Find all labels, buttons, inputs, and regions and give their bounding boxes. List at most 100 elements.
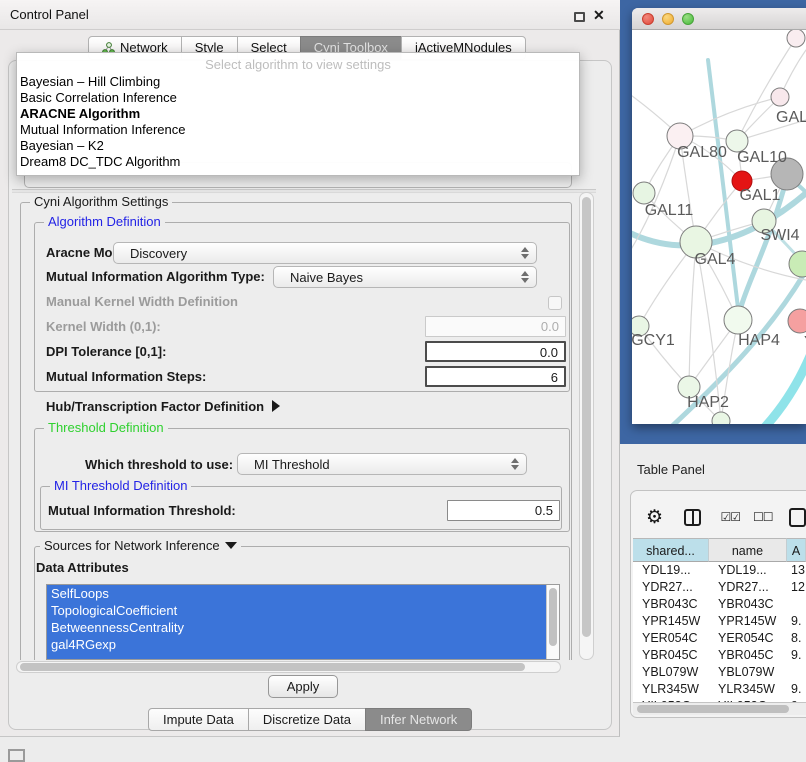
table-row[interactable]: YPR145WYPR145W9. [633,613,806,630]
mi-steps-label: Mutual Information Steps: [46,367,206,387]
minimize-traffic-light[interactable] [662,13,674,25]
algorithm-placeholder: Select algorithm to view settings [17,56,579,74]
table-horizontal-scrollbar[interactable] [633,702,806,715]
network-edge[interactable] [742,356,806,424]
network-node-label: HAP4 [738,332,780,349]
hub-factor-section-toggle[interactable]: Hub/Transcription Factor Definition [46,397,280,417]
algorithm-option[interactable]: Dream8 DC_TDC Algorithm [17,154,579,170]
table-cell: YPR145W [642,613,700,630]
attribute-list-item[interactable]: gal4RGexp [47,636,559,653]
control-panel-title: Control Panel [10,0,89,30]
network-node-label: GAL11 [645,202,694,219]
hub-factor-label: Hub/Transcription Factor Definition [46,399,264,414]
select-all-checkboxes-icon[interactable]: ☑☑ [721,510,741,524]
table-row[interactable]: YBR043CYBR043C [633,596,806,613]
network-node[interactable] [787,30,805,47]
column-header-shared-name[interactable]: shared... [633,538,709,562]
settings-hscroll-thumb[interactable] [20,663,525,671]
kernel-width-field[interactable]: 0.0 [425,316,566,337]
network-node-label: GAL1 [740,187,781,204]
close-icon[interactable]: ✕ [593,6,605,24]
algorithm-option[interactable]: Basic Correlation Inference [17,90,579,106]
table-toolbar: ⚙ ☑☑ ☐☐ [630,498,806,536]
settings-vertical-scrollbar[interactable] [579,192,594,660]
network-node-label: GAL10 [737,149,787,166]
zoom-traffic-light[interactable] [682,13,694,25]
docked-panel-icon[interactable] [8,749,25,762]
algorithm-dropdown-popup: Select algorithm to view settings Bayesi… [16,52,580,176]
attributes-scrollbar-thumb[interactable] [549,588,557,646]
close-traffic-light[interactable] [642,13,654,25]
table-cell: 9. [791,681,801,698]
aracne-mode-value: Discovery [130,246,187,261]
show-columns-icon[interactable] [684,509,700,526]
table-cell: YLR345W [642,681,699,698]
network-node[interactable] [724,306,752,334]
dpi-tolerance-field[interactable]: 0.0 [425,341,566,362]
table-hscroll-thumb[interactable] [637,705,789,713]
which-threshold-value: MI Threshold [254,457,330,472]
attributes-list-scrollbar[interactable] [546,585,559,660]
collapsed-arrow-icon [272,400,280,412]
column-header-name[interactable]: name [709,538,787,562]
network-view-window: GALGAL80GAL10GAL1GAL11GAL4SWI4GCY1HAP4YH… [632,8,806,424]
table-cell: 8. [791,630,801,647]
which-threshold-combobox[interactable]: MI Threshold [237,453,527,475]
settings-vscroll-thumb[interactable] [582,197,591,637]
table-panel-title: Table Panel [637,458,705,482]
algorithm-option[interactable]: Bayesian – K2 [17,138,579,154]
table-cell: YBL079W [642,664,698,681]
gear-icon[interactable]: ⚙ [646,508,663,527]
sources-legend[interactable]: Sources for Network Inference [40,539,241,553]
tab-discretize-data[interactable]: Discretize Data [248,708,366,731]
expanded-arrow-icon [225,542,237,549]
combo-arrows-icon [521,247,529,259]
network-node[interactable] [771,88,789,106]
mi-algorithm-type-combobox[interactable]: Naive Bayes [273,266,537,288]
which-threshold-label: Which threshold to use: [85,455,233,475]
table-function-icon[interactable] [789,508,806,527]
manual-kernel-width-checkbox[interactable] [548,296,562,310]
table-row[interactable]: YDL19...YDL19...13 [633,562,806,579]
dpi-tolerance-label: DPI Tolerance [0,1]: [46,342,166,362]
algorithm-option[interactable]: ARACNE Algorithm [17,106,579,122]
table-row[interactable]: YLR345W YLR345W 9. [633,681,806,698]
network-node[interactable] [789,251,806,277]
aracne-mode-combobox[interactable]: Discovery [113,242,537,264]
network-node[interactable] [712,412,730,424]
table-row[interactable]: YBL079W YBL079W [633,664,806,681]
table-cell: 13 [791,562,805,579]
table-cell: YBL079W [718,664,774,681]
cyni-bottom-tabs: Impute Data Discretize Data Infer Networ… [148,708,472,731]
network-node-label: GAL [776,109,806,126]
tab-infer-network[interactable]: Infer Network [365,708,472,731]
control-panel-window: Control Panel ✕ Network Style Select Cyn… [0,0,620,737]
table-row[interactable]: YDR27...YDR27...12 [633,579,806,596]
network-edge[interactable] [680,97,780,136]
table-cell: YBR043C [718,596,774,613]
table-cell: YLR345W [718,681,775,698]
attribute-list-item[interactable]: TopologicalCoefficient [47,602,559,619]
settings-horizontal-scrollbar[interactable] [16,661,561,673]
table-row[interactable]: YBR045CYBR045C9. [633,647,806,664]
float-window-icon[interactable] [574,12,585,22]
mi-steps-field[interactable]: 6 [425,366,566,387]
deselect-all-checkboxes-icon[interactable]: ☐☐ [753,510,773,524]
column-header-partial[interactable]: A [787,538,806,562]
data-attributes-list[interactable]: SelfLoopsTopologicalCoefficientBetweenne… [46,584,560,660]
table-row[interactable]: YER054CYER054C8. [633,630,806,647]
algorithm-options-list: Bayesian – Hill ClimbingBasic Correlatio… [17,74,579,170]
apply-button[interactable]: Apply [268,675,338,698]
network-edge[interactable] [741,188,784,307]
network-graph-canvas[interactable]: GALGAL80GAL10GAL1GAL11GAL4SWI4GCY1HAP4YH… [632,30,806,424]
algorithm-option[interactable]: Bayesian – Hill Climbing [17,74,579,90]
data-attributes-label: Data Attributes [36,558,129,578]
network-node[interactable] [788,309,806,333]
table-cell: YER054C [642,630,698,647]
tab-impute-data[interactable]: Impute Data [148,708,249,731]
mi-threshold-field[interactable]: 0.5 [447,500,560,521]
network-node[interactable] [633,182,655,204]
attribute-list-item[interactable]: BetweennessCentrality [47,619,559,636]
algorithm-option[interactable]: Mutual Information Inference [17,122,579,138]
attribute-list-item[interactable]: SelfLoops [47,585,559,602]
